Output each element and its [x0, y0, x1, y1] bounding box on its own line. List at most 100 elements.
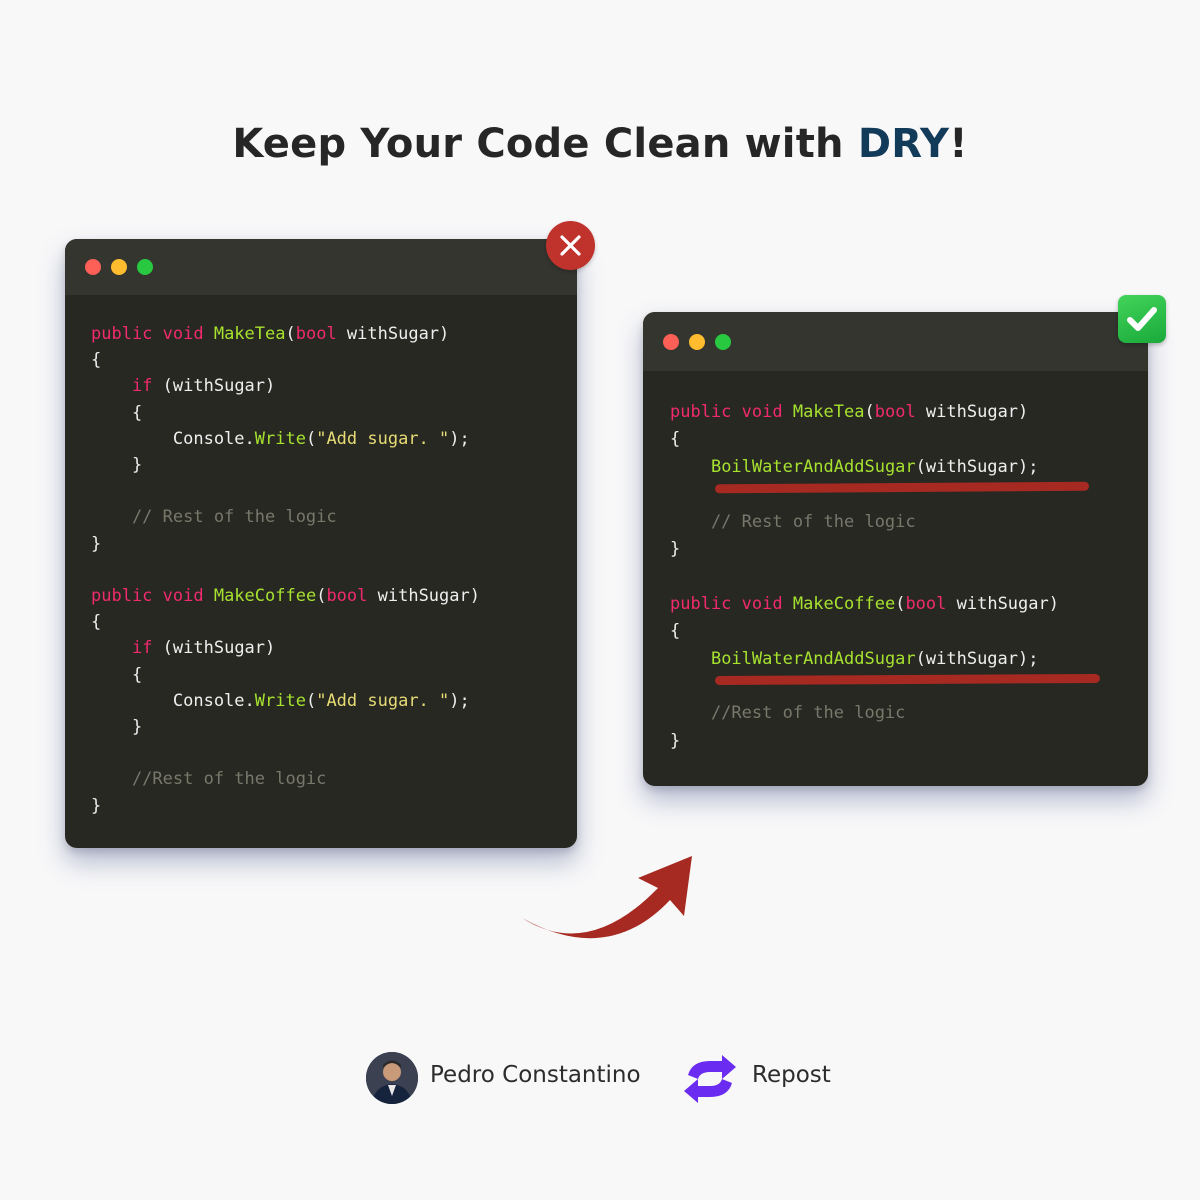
- code-token: "Add sugar. ": [316, 428, 450, 449]
- code-line: }: [91, 793, 480, 819]
- code-token: {: [91, 612, 102, 633]
- code-token: (withSugar);: [915, 456, 1039, 477]
- code-line: {: [91, 609, 480, 635]
- code-token: {: [670, 429, 681, 450]
- code-line: public void MakeTea(bool withSugar): [91, 321, 480, 347]
- code-token: (: [316, 586, 327, 607]
- code-line: {: [670, 426, 1059, 453]
- curved-arrow-icon: [522, 856, 692, 939]
- code-token: bool: [874, 402, 916, 422]
- code-token: }: [91, 455, 143, 476]
- code-token: withSugar): [915, 402, 1029, 422]
- code-token: }: [670, 730, 681, 751]
- code-line: // Rest of the logic: [91, 504, 480, 530]
- code-token: Console.: [91, 428, 255, 449]
- code-line: }: [91, 714, 480, 740]
- bad-code-window: public void MakeTea(bool withSugar){ if …: [65, 239, 577, 848]
- code-line: {: [91, 400, 480, 426]
- code-token: Write: [254, 428, 306, 449]
- code-line: }: [670, 536, 1059, 563]
- code-line: }: [91, 452, 480, 478]
- maximize-window-dot[interactable]: [137, 259, 153, 275]
- code-token: {: [91, 664, 143, 685]
- code-token: (: [305, 690, 317, 711]
- code-line: public void MakeTea(bool withSugar): [670, 399, 1059, 426]
- code-token: Write: [254, 690, 306, 711]
- code-token: );: [449, 428, 470, 449]
- code-token: bool: [295, 324, 337, 344]
- code-line: if (withSugar): [91, 373, 480, 399]
- code-token: }: [91, 795, 102, 816]
- code-token: BoilWaterAndAddSugar: [710, 456, 916, 477]
- page-title: Keep Your Code Clean with DRY!: [0, 121, 1200, 167]
- code-line: {: [670, 618, 1059, 645]
- code-token: withSugar): [946, 593, 1059, 614]
- close-icon: [560, 235, 581, 256]
- code-line: {: [91, 347, 480, 373]
- code-line: }: [670, 728, 1059, 755]
- code-token: "Add sugar. ": [316, 690, 450, 711]
- code-token: (withSugar);: [915, 648, 1039, 669]
- code-token: MakeTea: [792, 402, 865, 422]
- code-token: MakeCoffee: [792, 593, 896, 614]
- code-token: //Rest of the logic: [91, 769, 327, 790]
- minimize-window-dot[interactable]: [689, 334, 705, 350]
- code-token: //Rest of the logic: [670, 703, 906, 724]
- avatar[interactable]: [366, 1052, 418, 1104]
- code-token: (: [285, 324, 296, 344]
- window-titlebar: [643, 312, 1148, 371]
- code-block: public void MakeTea(bool withSugar){ if …: [91, 321, 480, 819]
- code-token: MakeTea: [213, 324, 286, 344]
- good-code-window: public void MakeTea(bool withSugar){ Boi…: [643, 312, 1148, 786]
- code-token: // Rest of the logic: [91, 507, 337, 528]
- repost-label[interactable]: Repost: [752, 1062, 831, 1088]
- code-line: Console.Write("Add sugar. ");: [91, 688, 480, 714]
- code-token: (withSugar): [152, 638, 276, 659]
- code-token: Console.: [91, 690, 255, 711]
- title-accent: DRY: [857, 120, 950, 167]
- minimize-window-dot[interactable]: [111, 259, 127, 275]
- title-suffix: !: [949, 120, 968, 167]
- code-token: }: [91, 533, 102, 554]
- code-token: );: [449, 690, 470, 711]
- code-token: bool: [905, 593, 947, 614]
- code-token: (: [305, 428, 317, 449]
- code-token: {: [670, 621, 681, 642]
- code-token: MakeCoffee: [213, 586, 317, 607]
- code-token: public void: [91, 586, 214, 607]
- maximize-window-dot[interactable]: [715, 334, 731, 350]
- code-line: public void MakeCoffee(bool withSugar): [91, 583, 480, 609]
- close-window-dot[interactable]: [85, 259, 101, 275]
- code-token: if: [131, 376, 153, 397]
- avatar-icon: [366, 1052, 418, 1104]
- code-block: public void MakeTea(bool withSugar){ Boi…: [670, 399, 1059, 755]
- code-token: withSugar): [367, 586, 480, 607]
- code-token: bool: [326, 586, 368, 607]
- code-token: (: [895, 593, 906, 614]
- code-token: public void: [670, 402, 793, 422]
- code-token: public void: [670, 593, 793, 614]
- author-name[interactable]: Pedro Constantino: [430, 1062, 641, 1088]
- code-token: if: [131, 638, 153, 659]
- code-token: withSugar): [336, 324, 450, 344]
- code-token: (: [864, 402, 875, 422]
- checkmark-icon: [1127, 307, 1157, 331]
- code-line: //Rest of the logic: [670, 700, 1059, 727]
- code-line: BoilWaterAndAddSugar(withSugar);: [670, 454, 1059, 481]
- code-line: // Rest of the logic: [670, 509, 1059, 536]
- good-example-badge: [1118, 295, 1166, 343]
- close-window-dot[interactable]: [663, 334, 679, 350]
- code-token: // Rest of the logic: [670, 511, 916, 532]
- code-token: }: [91, 717, 143, 738]
- repost-icon[interactable]: [678, 1053, 742, 1105]
- window-titlebar: [65, 239, 577, 295]
- code-token: {: [91, 402, 143, 423]
